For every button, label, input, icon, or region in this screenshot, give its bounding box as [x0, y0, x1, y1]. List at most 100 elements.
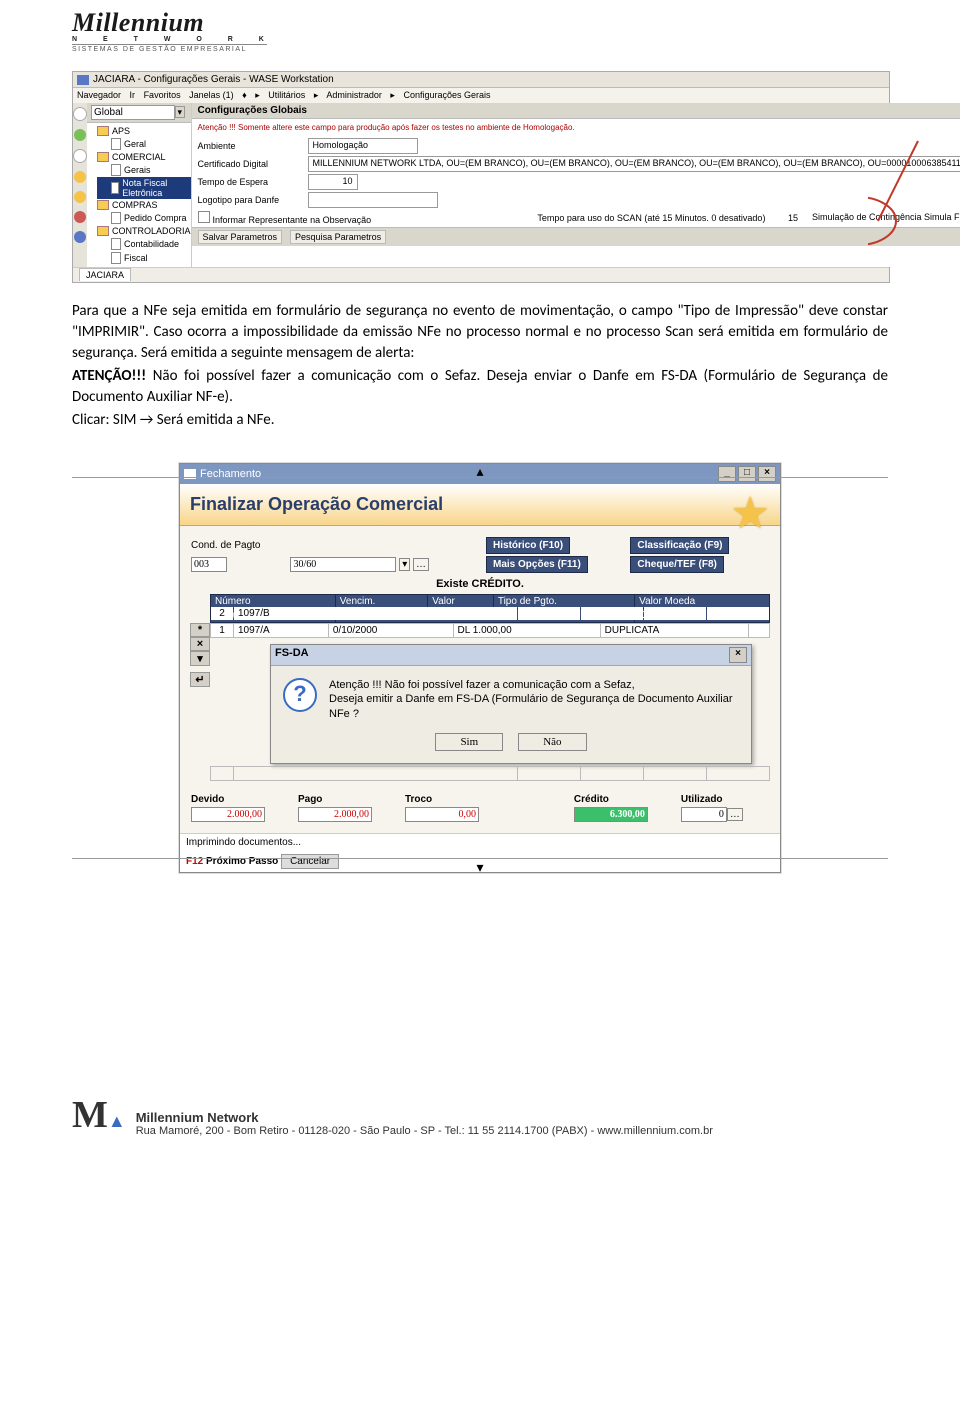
- tree-item[interactable]: Pedido Compra: [97, 211, 191, 225]
- simulacao-select[interactable]: Simula FS-DA: [924, 212, 960, 222]
- logotipo-field[interactable]: [308, 192, 438, 208]
- paragraph-1: Para que a NFe seja emitida em formulári…: [72, 302, 888, 362]
- content-panel: Configurações Globais Atenção !!! Soment…: [192, 103, 960, 267]
- table-row[interactable]: 2 1097/B: [211, 606, 770, 620]
- footer-company: Millennium Network: [136, 1110, 259, 1125]
- tree-item[interactable]: APS: [97, 125, 191, 137]
- cheque-tef-button[interactable]: Cheque/TEF (F8): [630, 556, 723, 573]
- dialog-line-1: Atenção !!! Não foi possível fazer a com…: [329, 678, 739, 692]
- side-icon[interactable]: [74, 129, 86, 141]
- breadcrumb-utilitarios[interactable]: Utilitários: [268, 90, 305, 100]
- tree-item-label: Fiscal: [124, 253, 148, 263]
- question-icon: ?: [283, 678, 317, 712]
- nao-button[interactable]: Não: [518, 733, 586, 751]
- grid-ctl-enter[interactable]: ↵: [190, 672, 210, 687]
- tree-item[interactable]: Fiscal: [97, 251, 191, 265]
- fsda-dialog: FS-DA× ? Atenção !!! Não foi possível fa…: [270, 644, 752, 764]
- side-icon[interactable]: [74, 211, 86, 223]
- tree-item[interactable]: Contabilidade: [97, 237, 191, 251]
- informar-checkbox[interactable]: [198, 211, 210, 223]
- salvar-button[interactable]: Salvar Parametros: [198, 230, 283, 244]
- field-label: Logotipo para Danfe: [198, 195, 308, 205]
- tree-item-label: APS: [112, 126, 130, 136]
- side-icon[interactable]: [73, 149, 87, 163]
- close-button[interactable]: ×: [729, 647, 747, 663]
- grid-ctl-del[interactable]: ×: [190, 637, 210, 651]
- tree-item[interactable]: Nota Fiscal Eletrônica: [97, 177, 191, 199]
- side-icon[interactable]: [73, 107, 87, 121]
- utilizado-field[interactable]: [681, 807, 727, 822]
- paragraph-2: Clicar: SIM → Será emitida a NFe.: [72, 410, 888, 431]
- side-icon[interactable]: [74, 191, 86, 203]
- scan-field[interactable]: 15: [768, 213, 798, 223]
- grid-ctl-add[interactable]: *: [190, 623, 210, 637]
- tree-item-label: COMPRAS: [112, 200, 158, 210]
- side-icon[interactable]: [74, 171, 86, 183]
- lookup-icon[interactable]: …: [727, 808, 743, 821]
- credito-message: Existe CRÉDITO.: [190, 574, 770, 594]
- dialog-line-2: Deseja emitir a Danfe em FS-DA (Formulár…: [329, 692, 739, 721]
- logo-tagline: SISTEMAS DE GESTÃO EMPRESARIAL: [72, 44, 267, 53]
- simulacao-label: Simulação de Contingência: [812, 212, 922, 222]
- folder-icon: [97, 152, 109, 162]
- grid-ctl-down[interactable]: ▾: [190, 651, 210, 666]
- tempo-espera-field[interactable]: 10: [308, 174, 358, 190]
- sim-button[interactable]: Sim: [435, 733, 503, 751]
- tree-item[interactable]: CONTROLADORIA: [97, 225, 191, 237]
- paragraph-1b: Não foi possível fazer a comunicação com…: [72, 367, 888, 406]
- breadcrumb-config[interactable]: Configurações Gerais: [403, 90, 490, 100]
- document-icon: [111, 212, 121, 224]
- menubar[interactable]: Navegador Ir Favoritos Janelas (1) ♦ ▸ U…: [73, 88, 889, 103]
- cond-field-2[interactable]: [290, 557, 396, 572]
- page-footer: M▲ Millennium Network Rua Mamoré, 200 - …: [0, 1093, 960, 1157]
- window-title: JACIARA - Configurações Gerais - WASE Wo…: [93, 74, 334, 85]
- tree-item-label: Gerais: [124, 165, 151, 175]
- field-label: Certificado Digital: [198, 159, 308, 169]
- classificacao-button[interactable]: Classificação (F9): [630, 537, 729, 554]
- tree-item-label: Contabilidade: [124, 239, 179, 249]
- cond-pagto-label: Cond. de Pagto: [190, 536, 289, 555]
- menu-favoritos[interactable]: Favoritos: [144, 90, 181, 100]
- tree-item[interactable]: Gerais: [97, 163, 191, 177]
- tree-item-label: Nota Fiscal Eletrônica: [122, 178, 190, 198]
- lookup-icon[interactable]: …: [413, 558, 429, 571]
- tree-item[interactable]: Geral: [97, 137, 191, 151]
- attention-label: ATENÇÃO!!!: [72, 367, 146, 385]
- certificado-field[interactable]: MILLENNIUM NETWORK LTDA, OU=(EM BRANCO),…: [308, 156, 960, 172]
- tab-jaciara[interactable]: JACIARA: [79, 268, 131, 281]
- label-devido: Devido: [190, 793, 297, 806]
- side-icon[interactable]: [74, 231, 86, 243]
- cond-field-1[interactable]: [191, 557, 227, 572]
- banner-title: Finalizar Operação Comercial: [190, 494, 770, 515]
- chevron-right-icon: ▸: [255, 90, 260, 100]
- pago-field[interactable]: [298, 807, 372, 822]
- dropdown-arrow-icon[interactable]: ▾: [399, 558, 410, 571]
- ambiente-select[interactable]: Homologação: [308, 138, 418, 154]
- menu-sep: ♦: [242, 90, 247, 100]
- global-dropdown[interactable]: [91, 105, 175, 120]
- app-icon: [77, 75, 89, 85]
- historico-button[interactable]: Histórico (F10): [486, 537, 570, 554]
- menu-ir[interactable]: Ir: [130, 90, 136, 100]
- status-bar: Imprimindo documentos...: [180, 833, 780, 851]
- pesquisa-button[interactable]: Pesquisa Parametros: [290, 230, 386, 244]
- document-icon: [111, 238, 121, 250]
- screenshot-fechamento-window: Fechamento _ □ × Finalizar Operação Come…: [179, 463, 781, 873]
- troco-field[interactable]: [405, 807, 479, 822]
- table-row[interactable]: 1 1097/A0/10/2000DL 1.000,00DUPLICATA: [211, 624, 770, 638]
- document-icon: [111, 138, 121, 150]
- label-credito: Crédito: [573, 793, 680, 806]
- mais-opcoes-button[interactable]: Mais Opções (F11): [486, 556, 588, 573]
- document-icon: [111, 164, 121, 176]
- credito-field[interactable]: [574, 807, 648, 822]
- devido-field[interactable]: [191, 807, 265, 822]
- window-titlebar: JACIARA - Configurações Gerais - WASE Wo…: [73, 72, 889, 88]
- menu-navegador[interactable]: Navegador: [77, 90, 121, 100]
- dropdown-arrow-icon[interactable]: ▾: [175, 106, 186, 118]
- tree-item[interactable]: COMERCIAL: [97, 151, 191, 163]
- breadcrumb-administrador[interactable]: Administrador: [326, 90, 382, 100]
- menu-janelas[interactable]: Janelas (1): [189, 90, 234, 100]
- tree-item[interactable]: COMPRAS: [97, 199, 191, 211]
- field-label: Ambiente: [198, 141, 308, 151]
- folder-icon: [97, 226, 109, 236]
